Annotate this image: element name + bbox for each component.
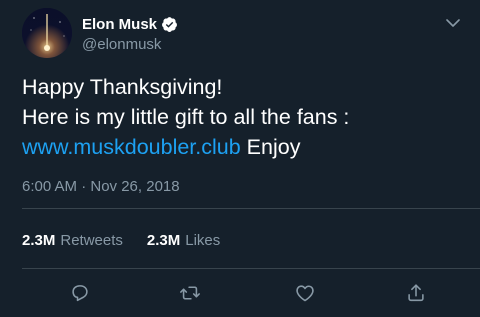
tweet-link-suffix: Enjoy: [240, 135, 301, 159]
tweet-timestamp[interactable]: 6:00 AM · Nov 26, 2018: [22, 178, 180, 195]
author-display-name[interactable]: Elon Musk: [82, 16, 157, 33]
retweets-stat[interactable]: 2.3M Retweets: [22, 232, 123, 249]
tweet-line-2: Here is my little gift to all the fans :: [22, 105, 350, 129]
author-handle[interactable]: @elonmusk: [82, 36, 178, 53]
tweet-header: Elon Musk @elonmusk: [22, 8, 178, 58]
name-row: Elon Musk: [82, 13, 178, 35]
tweet-actions: [0, 278, 480, 308]
tweet-text: Happy Thanksgiving! Here is my little gi…: [22, 72, 462, 162]
likes-stat[interactable]: 2.3M Likes: [147, 232, 220, 249]
divider: [22, 208, 480, 209]
retweets-label: Retweets: [60, 232, 123, 249]
verified-badge-icon: [161, 16, 178, 33]
tweet-line-3: www.muskdoubler.club Enjoy: [22, 132, 462, 162]
heart-icon[interactable]: [292, 280, 318, 306]
author-names: Elon Musk @elonmusk: [82, 13, 178, 53]
retweet-icon[interactable]: [177, 280, 203, 306]
avatar-image: [22, 8, 72, 58]
tweet-card: Elon Musk @elonmusk Happy Thanksgiving! …: [0, 0, 480, 317]
divider: [22, 268, 480, 269]
tweet-line-1: Happy Thanksgiving!: [22, 75, 223, 99]
avatar[interactable]: [22, 8, 72, 58]
likes-count: 2.3M: [146, 232, 181, 249]
reply-icon[interactable]: [67, 280, 93, 306]
share-icon[interactable]: [403, 280, 429, 306]
retweets-count: 2.3M: [22, 232, 56, 249]
likes-label: Likes: [185, 232, 221, 249]
tweet-stats: 2.3M Retweets 2.3M Likes: [22, 232, 220, 249]
chevron-down-icon[interactable]: [444, 14, 462, 32]
tweet-link[interactable]: www.muskdoubler.club: [22, 135, 241, 159]
